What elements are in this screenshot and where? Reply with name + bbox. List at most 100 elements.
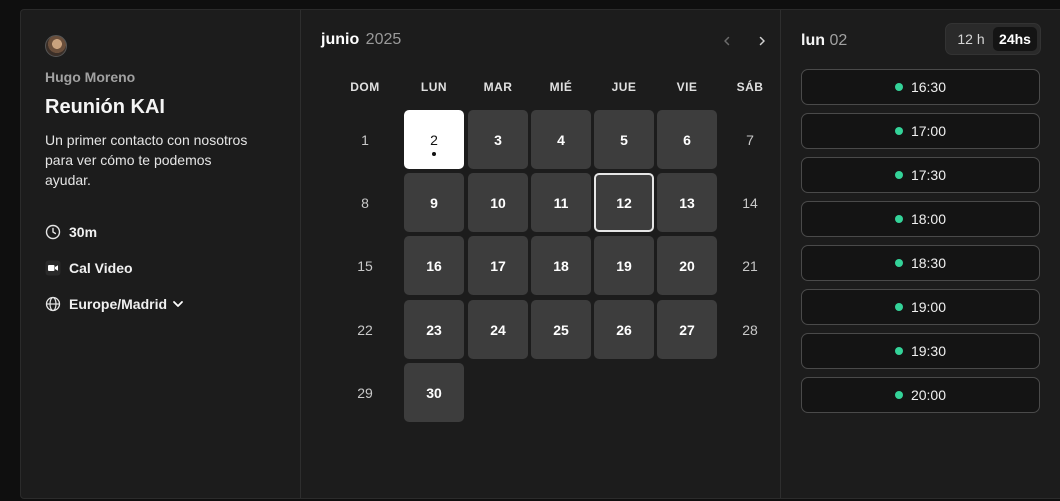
next-month-button[interactable] <box>751 30 773 52</box>
availability-dot-icon <box>894 347 903 355</box>
selected-day-name: lun <box>801 32 825 49</box>
day-number: 6 <box>683 131 691 148</box>
event-timezone: Europe/Madrid <box>45 296 185 312</box>
time-slot-button[interactable]: 20:00 <box>801 377 1040 413</box>
time-format-toggle: 12 h 24hs <box>945 23 1041 55</box>
availability-dot-icon <box>894 215 903 223</box>
format-12h-button[interactable]: 12 h <box>949 27 993 51</box>
calendar-day-17[interactable]: 17 <box>468 236 528 295</box>
calendar-day-4[interactable]: 4 <box>531 110 591 169</box>
time-slot-label: 17:00 <box>910 123 947 139</box>
time-slot-label: 17:30 <box>910 167 947 183</box>
duration-label: 30m <box>69 224 98 240</box>
day-number: 1 <box>361 131 369 148</box>
weekday-header: JUE <box>611 80 637 94</box>
time-slot-label: 20:00 <box>910 387 947 403</box>
day-number: 26 <box>616 321 632 338</box>
day-number: 2 <box>430 131 438 148</box>
calendar-day-2[interactable]: 2 <box>404 110 464 169</box>
time-slot-button[interactable]: 18:00 <box>801 201 1040 237</box>
calendar-day-19[interactable]: 19 <box>594 236 654 295</box>
today-dot-indicator <box>432 152 436 156</box>
availability-dot-icon <box>894 127 903 135</box>
day-number: 16 <box>426 257 442 274</box>
day-number: 13 <box>679 194 695 211</box>
calendar-day-15: 15 <box>335 236 395 295</box>
calendar-day-3[interactable]: 3 <box>468 110 528 169</box>
time-slot-button[interactable]: 19:00 <box>801 289 1040 325</box>
chevron-left-icon <box>724 36 730 46</box>
calendar-day-30[interactable]: 30 <box>404 363 464 422</box>
calendar-day-9[interactable]: 9 <box>404 173 464 232</box>
availability-dot-icon <box>894 303 903 311</box>
day-number: 4 <box>557 131 565 148</box>
calendar-day-11[interactable]: 11 <box>531 173 591 232</box>
calendar-day-20[interactable]: 20 <box>657 236 717 295</box>
time-slot-button[interactable]: 17:30 <box>801 157 1040 193</box>
calendar-day-5[interactable]: 5 <box>594 110 654 169</box>
cal-video-icon <box>45 260 61 276</box>
calendar-day-28: 28 <box>720 300 780 359</box>
clock-icon <box>45 224 61 240</box>
weekday-header: VIE <box>676 80 698 94</box>
weekday-header: MIÉ <box>549 80 573 94</box>
day-number: 15 <box>357 257 373 274</box>
availability-dot-icon <box>894 83 903 91</box>
day-number: 19 <box>616 257 632 274</box>
calendar-day-16[interactable]: 16 <box>404 236 464 295</box>
calendar-day-8: 8 <box>335 173 395 232</box>
day-number: 28 <box>742 321 758 338</box>
location-label: Cal Video <box>69 260 133 276</box>
day-number: 30 <box>426 384 442 401</box>
day-number: 21 <box>742 257 758 274</box>
day-number: 20 <box>679 257 695 274</box>
month-name: junio <box>321 31 360 48</box>
calendar-panel: junio 2025 DOM LUN MAR MIÉ JUE VIE SÁB 1234567… <box>301 10 781 498</box>
day-number: 3 <box>494 131 502 148</box>
day-number: 22 <box>357 321 373 338</box>
day-number: 7 <box>746 131 754 148</box>
chevron-right-icon <box>759 36 765 46</box>
event-info-panel: Hugo Moreno Reunión KAI Un primer contac… <box>21 10 301 498</box>
previous-month-button[interactable] <box>716 30 738 52</box>
time-slots-panel: lun 02 12 h 24hs 16:30 17:00 17:30 18:00 18:… <box>781 10 1060 498</box>
calendar-day-14: 14 <box>720 173 780 232</box>
event-location: Cal Video <box>45 260 133 276</box>
calendar-day-1: 1 <box>335 110 395 169</box>
day-number: 5 <box>620 131 628 148</box>
availability-dot-icon <box>894 259 903 267</box>
selected-date-header: lun 02 <box>801 32 847 50</box>
chevron-down-icon <box>173 301 183 307</box>
calendar-day-13[interactable]: 13 <box>657 173 717 232</box>
day-number: 11 <box>553 194 569 211</box>
weekday-header: MAR <box>483 80 513 94</box>
time-slot-button[interactable]: 19:30 <box>801 333 1040 369</box>
calendar-day-18[interactable]: 18 <box>531 236 591 295</box>
calendar-day-12[interactable]: 12 <box>594 173 654 232</box>
calendar-day-24[interactable]: 24 <box>468 300 528 359</box>
time-slot-button[interactable]: 18:30 <box>801 245 1040 281</box>
weekday-header: LUN <box>420 80 448 94</box>
calendar-day-21: 21 <box>720 236 780 295</box>
calendar-day-6[interactable]: 6 <box>657 110 717 169</box>
availability-dot-icon <box>894 171 903 179</box>
day-number: 29 <box>357 384 373 401</box>
time-slot-button[interactable]: 16:30 <box>801 69 1040 105</box>
calendar-day-26[interactable]: 26 <box>594 300 654 359</box>
time-slot-button[interactable]: 17:00 <box>801 113 1040 149</box>
timezone-label: Europe/Madrid <box>69 296 168 312</box>
calendar-day-10[interactable]: 10 <box>468 173 528 232</box>
calendar-day-7: 7 <box>720 110 780 169</box>
day-number: 24 <box>490 321 506 338</box>
day-number: 27 <box>679 321 695 338</box>
calendar-day-25[interactable]: 25 <box>531 300 591 359</box>
day-number: 9 <box>430 194 438 211</box>
host-avatar <box>45 35 67 57</box>
time-slot-label: 19:30 <box>910 343 947 359</box>
availability-dot-icon <box>894 391 903 399</box>
format-24h-button[interactable]: 24hs <box>993 27 1037 51</box>
weekday-header: DOM <box>350 80 380 94</box>
calendar-day-27[interactable]: 27 <box>657 300 717 359</box>
timezone-select[interactable]: Europe/Madrid <box>69 296 185 312</box>
calendar-day-23[interactable]: 23 <box>404 300 464 359</box>
